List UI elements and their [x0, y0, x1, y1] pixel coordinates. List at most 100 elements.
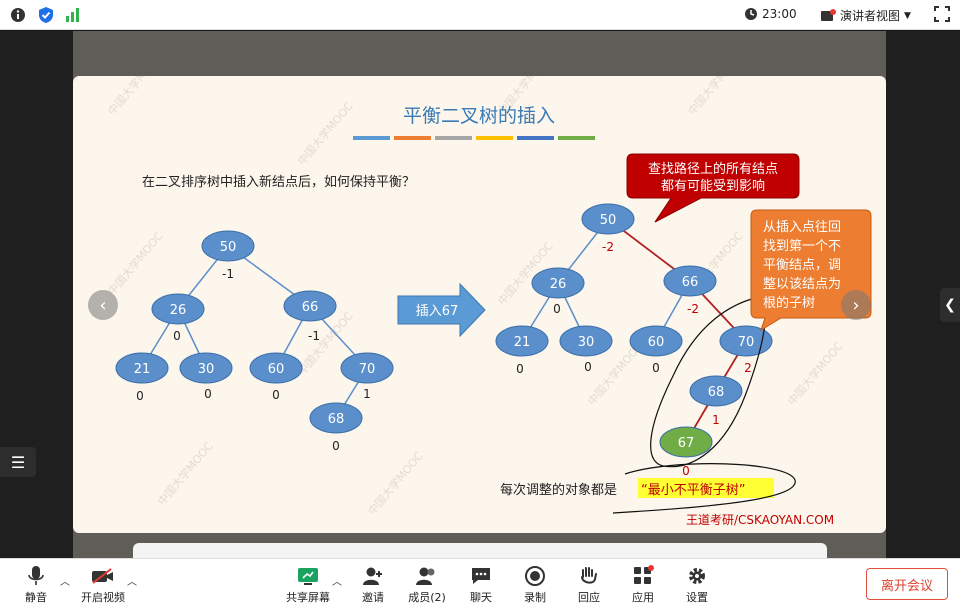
right-tree-balance-factor: 0: [553, 302, 561, 316]
slide-list-button[interactable]: ☰: [0, 447, 36, 477]
callout-orange-line5: 根的子树: [763, 295, 815, 311]
chevron-left-icon: ‹: [99, 294, 107, 316]
left-tree-balance-factor: 0: [136, 389, 144, 403]
reactions-button[interactable]: 回应: [564, 563, 614, 605]
left-tree-node-label: 66: [302, 300, 319, 315]
left-tree-node-label: 60: [268, 362, 285, 377]
reaction-hand-icon: [581, 567, 597, 584]
left-tree-balance-factor: -1: [222, 267, 234, 281]
title-bar-segment: [517, 136, 554, 140]
members-button[interactable]: 成员(2): [402, 563, 452, 605]
left-tree-balance-factor: 0: [173, 329, 181, 343]
callout-orange-line2: 找到第一个不: [763, 239, 841, 254]
callout-orange-line3: 平衡结点，调: [763, 258, 841, 273]
callout-red-line2: 都有可能受到影响: [661, 178, 765, 194]
slide-canvas: 中国大学MOOC 中国大学MOOC 中国大学MOOC 中国大学MOOC 中国大学MOOC…: [105, 76, 872, 527]
invite-label: 邀请: [362, 591, 384, 604]
watermark-text: 中国大学MOOC: [295, 99, 356, 168]
settings-label: 设置: [686, 591, 708, 604]
right-tree-node-label: 60: [648, 335, 665, 350]
watermark-text: 中国大学MOOC: [155, 439, 216, 508]
presentation-slide: 中国大学MOOC 中国大学MOOC 中国大学MOOC 中国大学MOOC 中国大学MOOC…: [73, 76, 886, 533]
record-icon: [525, 566, 545, 586]
clock-icon: [745, 8, 757, 20]
callout-red-line1: 查找路径上的所有结点: [648, 161, 778, 177]
title-color-bars: [353, 136, 595, 140]
watermark-text: 中国大学MOOC: [365, 449, 426, 518]
left-tree-node-label: 30: [198, 362, 215, 377]
leave-meeting-button[interactable]: 离开会议: [866, 568, 948, 600]
title-bar-segment: [353, 136, 390, 140]
members-label: 成员(2): [408, 591, 446, 604]
left-tree-balance-factor: 0: [272, 388, 280, 402]
apps-label: 应用: [632, 591, 654, 604]
title-bar-segment: [558, 136, 595, 140]
next-slide-button[interactable]: ›: [841, 290, 871, 320]
invite-button[interactable]: 邀请: [348, 563, 398, 605]
prev-slide-button[interactable]: ‹: [88, 290, 118, 320]
mute-button[interactable]: 静音: [11, 563, 61, 605]
settings-button[interactable]: 设置: [672, 563, 722, 605]
slide-question: 在二叉排序树中插入新结点后，如何保持平衡？: [142, 174, 415, 190]
shield-check-icon[interactable]: [37, 6, 55, 24]
right-tree-node-label: 50: [600, 213, 617, 228]
chevron-up-icon[interactable]: ︿: [332, 573, 342, 588]
share-screen-icon: [298, 568, 318, 585]
callout-orange-line4: 整以该结点为: [763, 277, 841, 292]
chevron-up-icon[interactable]: ︿: [60, 573, 70, 588]
right-tree-node-label: 26: [550, 277, 567, 292]
signal-icon[interactable]: [64, 6, 82, 24]
apps-button[interactable]: 应用: [618, 563, 668, 605]
right-tree-balance-factor: -2: [602, 240, 614, 254]
meeting-time: 23:00: [762, 7, 797, 21]
annotation-toolbar[interactable]: [133, 543, 827, 558]
video-button[interactable]: 开启视频: [78, 563, 128, 605]
title-bar-segment: [394, 136, 431, 140]
right-tree-node-label: 21: [514, 335, 531, 350]
right-tree-balance-factor: 0: [652, 361, 660, 375]
fullscreen-icon[interactable]: [934, 6, 950, 26]
right-tree-balance-factor: 0: [682, 464, 690, 478]
presenter-view-dropdown[interactable]: 演讲者视图 ▼: [820, 7, 911, 24]
mute-label: 静音: [25, 591, 47, 604]
watermark-text: 中国大学MOOC: [105, 76, 166, 118]
right-tree-node-label: 70: [738, 335, 755, 350]
watermark-text: 中国大学MOOC: [105, 229, 166, 298]
right-tree-node-label: 66: [682, 275, 699, 290]
left-tree-node-label: 70: [359, 362, 376, 377]
info-icon[interactable]: [9, 6, 27, 24]
meeting-clock: 23:00: [744, 7, 797, 21]
bottom-text-highlight: “最小不平衡子树”: [641, 483, 745, 498]
chat-button[interactable]: 聊天: [456, 563, 506, 605]
right-tree-balance-factor: -2: [687, 302, 699, 316]
left-tree-balance-factor: 0: [332, 439, 340, 453]
insert-label: 插入67: [416, 304, 459, 319]
list-icon: ☰: [10, 452, 26, 472]
right-tree-node-label: 68: [708, 385, 725, 400]
right-tree-balance-factor: 1: [712, 413, 720, 427]
watermark-text: 中国大学MOOC: [685, 76, 746, 118]
right-tree-balance-factor: 0: [516, 362, 524, 376]
title-bar-segment: [435, 136, 472, 140]
right-tree-node-label: 30: [578, 335, 595, 350]
members-icon: [416, 567, 435, 585]
apps-icon: [634, 565, 654, 584]
presenter-view-icon: [821, 8, 836, 21]
left-tree-node-label: 21: [134, 362, 151, 377]
meeting-controls: 静音 ︿ 开启视频 ︿ 共享屏幕 ︿ 邀请 成员(2) 聊天 录制 回应 应用 …: [0, 558, 960, 610]
record-button[interactable]: 录制: [510, 563, 560, 605]
chevron-up-icon[interactable]: ︿: [127, 573, 137, 588]
chevron-right-icon: ›: [852, 294, 860, 316]
insert-arrow: 插入67: [397, 282, 486, 338]
slide-title: 平衡二叉树的插入: [403, 105, 555, 127]
left-tree-node-label: 68: [328, 412, 345, 427]
share-screen-button[interactable]: 共享屏幕: [283, 563, 333, 605]
left-tree-node-label: 50: [220, 240, 237, 255]
presenter-view-label: 演讲者视图: [840, 9, 901, 23]
right-tree-node-label: 67: [678, 436, 695, 451]
right-tree-balance-factor: 2: [744, 361, 752, 375]
top-bar: 23:00 演讲者视图 ▼: [0, 0, 960, 30]
chevron-down-icon: ▼: [904, 10, 911, 21]
chevron-left-icon: ❮: [944, 297, 956, 313]
side-panel-toggle[interactable]: ❮: [940, 288, 960, 322]
